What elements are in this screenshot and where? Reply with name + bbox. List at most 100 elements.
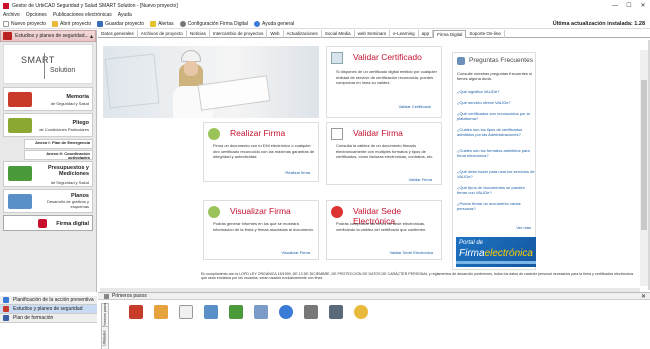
nav-label: Estudios y planes de seguridad [13, 306, 83, 312]
quick-actions [129, 305, 379, 319]
document-icon[interactable] [179, 305, 193, 319]
faq-question[interactable]: ¿Qué certificados son reconocidos por la… [457, 111, 535, 121]
vtab-utilidades[interactable]: Utilidades [101, 326, 109, 349]
tab-firma-digital[interactable]: Firma Digital [433, 30, 467, 38]
faq-question[interactable]: ¿Qué tipos de documentos se pueden firma… [457, 185, 535, 195]
validar-certificado-link[interactable]: Validar Certificado [399, 104, 431, 109]
minimize-button[interactable]: — [608, 0, 622, 11]
scrollbar-thumb[interactable] [641, 80, 647, 230]
sidebar-item-pliego[interactable]: Pliego de Condiciones Particulares [3, 113, 93, 137]
pane-icon [104, 293, 109, 299]
tab-archivos[interactable]: Archivos de proyecto [138, 30, 187, 38]
books-icon[interactable] [129, 305, 143, 319]
logo-solution-text: Solution [50, 67, 76, 74]
faq-more-link[interactable]: Ver más [516, 225, 531, 230]
close-button[interactable]: ✕ [636, 0, 650, 11]
faq-question[interactable]: ¿Cuáles son los formatos admitidos para … [457, 148, 535, 158]
menu-archivo[interactable]: Archivo [0, 12, 23, 18]
alerts-button[interactable]: Alertas [147, 19, 177, 29]
sidebar-item-label: Presupuestos y Mediciones [48, 165, 89, 177]
tab-web[interactable]: Web [267, 30, 284, 38]
tab-social-media[interactable]: Social Media [322, 30, 355, 38]
vtab-primeros-pasos[interactable]: Primeros pasos [101, 303, 109, 327]
save-icon [97, 20, 104, 27]
close-pane-button[interactable]: ✕ [641, 293, 646, 300]
sidebar-item-anexo-1[interactable]: Anexo I: Plan de Emergencia [24, 139, 93, 149]
building-sketch [104, 53, 160, 109]
faq-question[interactable]: ¿Qué servicio ofrece VALIDe? [457, 100, 535, 105]
visualizar-firma-link[interactable]: Visualizar Firma [281, 250, 310, 255]
gear-icon [179, 20, 186, 27]
tab-e-learning[interactable]: e-Learning [390, 30, 419, 38]
config-signature-label: Configuración Firma Digital [187, 20, 248, 27]
user-icon[interactable] [354, 305, 368, 319]
sidebar-header-label: Estudios y planes de seguridad... [15, 33, 89, 39]
card-visualizar-firma: Visualizar Firma Podrás generar informes… [203, 200, 319, 260]
clock-icon[interactable] [279, 305, 293, 319]
sidebar-item-anexo-2[interactable]: Anexo II: Coordinación actividades [24, 150, 93, 160]
tab-web-seminars[interactable]: web Seminars [355, 30, 391, 38]
menu-ayuda[interactable]: Ayuda [115, 12, 135, 18]
print-icon[interactable] [329, 305, 343, 319]
save-project-button[interactable]: Guardar proyecto [94, 19, 147, 29]
chevron-up-icon[interactable]: ▴ [90, 33, 93, 40]
menu-opciones[interactable]: Opciones [23, 12, 50, 18]
validar-sede-link[interactable]: Validar Sede Electrónica [389, 250, 433, 255]
sidebar-item-memoria[interactable]: Memoria de Seguridad y Salud [3, 87, 93, 111]
help-button[interactable]: Ayuda general [251, 19, 297, 29]
card-title: Validar Certificado [353, 52, 422, 62]
network-icon[interactable] [204, 305, 218, 319]
faq-question[interactable]: ¿Puedo firmar un documento varias person… [457, 201, 535, 211]
card-title: Realizar Firma [230, 128, 286, 138]
tab-soporte[interactable]: Soporte On-line [466, 30, 505, 38]
nav-planificacion[interactable]: Planificación de la acción preventiva [0, 296, 97, 305]
card-validar-sede: Validar Sede Electrónica Podrás comproba… [326, 200, 442, 260]
sidebar-item-firma-digital[interactable]: Firma digital [3, 215, 93, 231]
portal-firma-word: Firma [459, 248, 485, 259]
portal-electronica-word: electrónica [484, 248, 533, 259]
faq-question[interactable]: ¿Qué significa VALIDe? [457, 89, 535, 94]
maximize-button[interactable]: ☐ [622, 0, 636, 11]
stack-icon[interactable] [154, 305, 168, 319]
realizar-firma-link[interactable]: Realizar firma [285, 170, 310, 175]
new-project-label: Nuevo proyecto [11, 20, 47, 27]
books-icon [3, 32, 12, 40]
legal-notice: En cumplimiento con la LOPD LEY ORGÁNICA… [201, 272, 634, 281]
card-body: Firma un documento con tu DNI electrónic… [213, 143, 315, 159]
tab-noticias[interactable]: Noticias [187, 30, 210, 38]
magnifier-icon [208, 206, 220, 218]
config-signature-button[interactable]: Configuración Firma Digital [177, 19, 251, 29]
bottom-pane: Primeros pasos ✕ Primeros pasos Utilidad… [98, 292, 650, 349]
sidebar-item-presupuestos[interactable]: Presupuestos y Mediciones de Seguridad y… [3, 161, 93, 187]
window-controls: — ☐ ✕ [608, 0, 650, 11]
sidebar: Estudios y planes de seguridad... ▴ SMAR… [0, 30, 97, 292]
faq-question[interactable]: ¿Cuáles son los tipos de certificados ad… [457, 127, 535, 137]
tab-datos-generales[interactable]: Datos generales [98, 30, 138, 38]
tab-intercambio[interactable]: Intercambio de proyectos [210, 30, 268, 38]
nav-estudios[interactable]: Estudios y planes de seguridad [0, 305, 97, 314]
training-icon [3, 315, 9, 321]
menu-publicaciones[interactable]: Publicaciones electrónicas [50, 12, 115, 18]
vtab-label: Primeros pasos [103, 302, 108, 328]
list-icon[interactable] [304, 305, 318, 319]
mail-icon[interactable] [229, 305, 243, 319]
vertical-scrollbar[interactable] [640, 50, 648, 286]
logo-smart-text: SMART [21, 55, 55, 65]
portal-firma-banner[interactable]: Portal de Firmaelectrónica [456, 237, 536, 267]
tab-app[interactable]: app [419, 30, 434, 38]
smart-solution-logo: SMART Solution [3, 44, 93, 84]
tab-actualizaciones[interactable]: Actualizaciones [284, 30, 322, 38]
title-bar: Gestor de UrbiCAD Seguridad y Salud SMAR… [0, 0, 650, 11]
new-project-button[interactable]: Nuevo proyecto [0, 19, 49, 29]
chart-icon[interactable] [254, 305, 268, 319]
validar-firma-link[interactable]: Validar Firma [409, 177, 433, 182]
card-realizar-firma: Realizar Firma Firma un documento con tu… [203, 122, 319, 182]
sidebar-bottom-nav: Planificación de la acción preventiva Es… [0, 296, 97, 323]
nav-formacion[interactable]: Plan de formación [0, 314, 97, 323]
sidebar-item-planos[interactable]: Planos Desarrollo de gráficos y esquemas [3, 189, 93, 213]
faq-question[interactable]: ¿Qué debo hacer para usar los servicios … [457, 169, 535, 179]
bottom-pane-title: Primeros pasos [112, 293, 147, 299]
open-project-button[interactable]: Abrir proyecto [49, 19, 94, 29]
open-project-label: Abrir proyecto [60, 20, 92, 27]
sidebar-header[interactable]: Estudios y planes de seguridad... ▴ [0, 30, 96, 42]
